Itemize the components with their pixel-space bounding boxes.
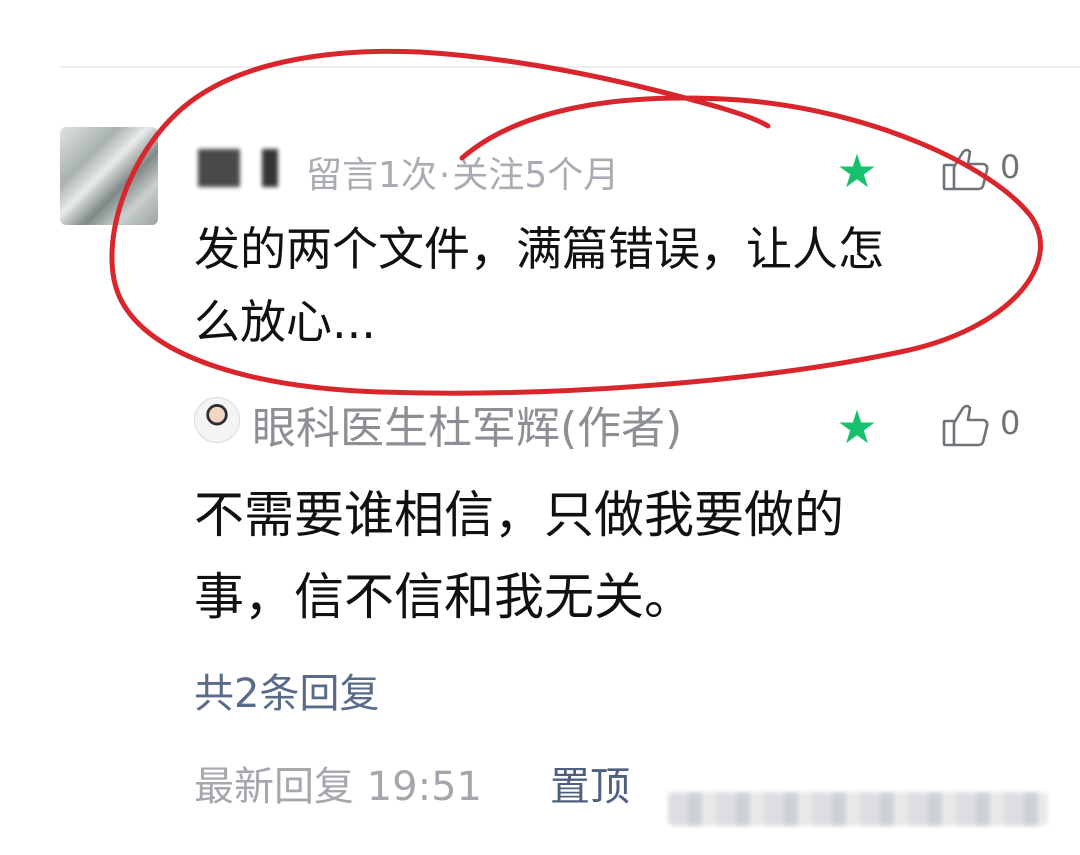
commenter-name-redacted xyxy=(198,149,240,187)
meta-separator: · xyxy=(438,155,451,196)
leave-count: 留言1次 xyxy=(306,155,437,196)
reply-text-line: 不需要谁相信，只做我要做的 xyxy=(194,486,844,544)
view-replies-link[interactable]: 共2条回复 xyxy=(194,661,379,719)
thumbs-up-icon[interactable] xyxy=(940,399,992,451)
comment-text-line: 么放心... xyxy=(194,295,376,349)
reply-text: 不需要谁相信，只做我要做的 事，信不信和我无关。 xyxy=(194,474,1014,638)
comment-text-line: 发的两个文件，满篇错误，让人怎 xyxy=(194,222,884,276)
like-count: 0 xyxy=(1000,148,1021,186)
redacted-action-area xyxy=(668,792,1048,826)
comment-text: 发的两个文件，满篇错误，让人怎 么放心... xyxy=(194,213,1014,359)
commenter-meta: 留言1次·关注5个月 xyxy=(306,146,619,198)
commenter-name-redacted-2 xyxy=(262,149,278,187)
top-divider xyxy=(60,66,1080,68)
author-avatar[interactable] xyxy=(194,397,240,443)
commenter-avatar[interactable] xyxy=(60,127,158,225)
follow-duration: 关注5个月 xyxy=(452,155,620,196)
latest-reply-time: 最新回复 19:51 xyxy=(194,764,482,810)
reply-text-line: 事，信不信和我无关。 xyxy=(194,568,694,626)
thumbs-up-icon[interactable] xyxy=(940,143,992,195)
star-icon[interactable]: ★ xyxy=(834,404,880,450)
pin-button[interactable]: 置顶 xyxy=(550,754,630,812)
reply-author-name[interactable]: 眼科医生杜军辉(作者) xyxy=(252,392,682,456)
star-icon[interactable]: ★ xyxy=(834,148,880,194)
like-count: 0 xyxy=(1000,404,1021,442)
